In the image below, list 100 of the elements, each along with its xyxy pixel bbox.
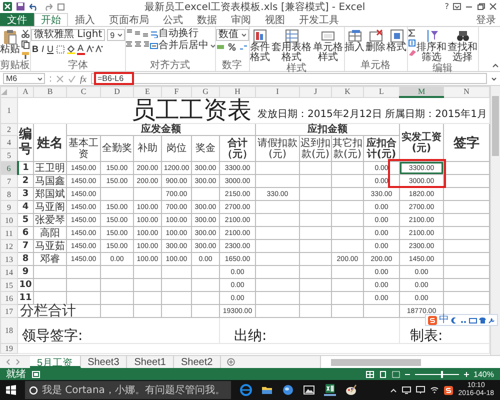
row-header[interactable]: 13 (0, 252, 18, 266)
next-sheet-icon[interactable] (16, 359, 20, 365)
ribbon-tab[interactable]: 数据 (190, 13, 224, 26)
row-header[interactable]: 16 (0, 292, 18, 304)
taskbar-search-field[interactable]: 我是 Cortana，小娜。有问题尽管问我。 (25, 381, 231, 399)
merge-center-button[interactable]: 合并后居中 (150, 41, 215, 51)
page-break-icon[interactable] (392, 370, 400, 378)
wifi-icon[interactable] (430, 386, 440, 394)
font-size-field[interactable]: 9 (107, 29, 125, 41)
redo-icon[interactable] (43, 2, 53, 10)
column-header[interactable]: I (256, 86, 300, 97)
wrap-text-button[interactable]: 自动换行 (150, 29, 215, 39)
row-header[interactable]: 15 (0, 278, 18, 292)
insert-cells-button[interactable]: 插入 (344, 29, 365, 53)
find-select-button[interactable]: 查找和选择 (448, 29, 478, 63)
format-cells-button[interactable]: 格式 (386, 29, 407, 53)
row-header[interactable]: 7 (0, 174, 18, 188)
page-layout-icon[interactable] (378, 370, 387, 378)
ribbon-tab[interactable]: 插入 (68, 13, 102, 26)
row-header[interactable]: 5 (0, 148, 18, 162)
zoom-out-icon[interactable] (404, 372, 410, 376)
row-header[interactable]: 17 (0, 304, 18, 318)
font-name-field[interactable]: 微软雅黑 Light (31, 29, 106, 41)
fill-icon[interactable] (408, 39, 416, 47)
row-header[interactable]: 8 (0, 188, 18, 200)
row-header[interactable]: 14 (0, 266, 18, 278)
column-header[interactable]: J (300, 86, 332, 97)
fill-color-icon[interactable] (66, 44, 76, 54)
sort-filter-button[interactable]: 排序和筛选 (416, 29, 447, 63)
collapse-ribbon-icon[interactable] (492, 63, 499, 68)
ribbon-tab[interactable]: 文件 (0, 13, 34, 26)
column-header[interactable]: E (134, 86, 162, 97)
globe-icon[interactable] (282, 384, 294, 396)
macro-record-icon[interactable] (32, 370, 40, 378)
shrink-font-icon[interactable] (94, 45, 103, 53)
shirt-icon[interactable] (479, 316, 486, 324)
expand-caret-icon[interactable] (491, 76, 497, 80)
row-header[interactable]: 6 (0, 162, 18, 174)
column-header[interactable]: G (192, 86, 220, 97)
folder-icon[interactable] (261, 384, 273, 396)
scrollbar-thumb[interactable] (331, 358, 421, 366)
column-header[interactable]: N (444, 86, 490, 97)
italic-button[interactable]: I (40, 44, 46, 54)
moon-icon[interactable] (451, 316, 458, 324)
column-header[interactable]: F (162, 86, 192, 97)
column-header[interactable]: A (18, 86, 34, 97)
align-horizontal-icon[interactable] (134, 40, 141, 48)
ribbon-options-icon[interactable] (453, 3, 461, 10)
cell-styles-button[interactable]: 单元格样式 (312, 29, 344, 63)
photo-icon[interactable] (303, 384, 315, 396)
delete-cells-button[interactable]: 删除 (366, 29, 386, 53)
decimal-icon[interactable] (238, 43, 248, 51)
zoom-in-icon[interactable] (464, 372, 469, 376)
row-header[interactable]: 12 (0, 240, 18, 252)
wrench-icon[interactable] (488, 316, 495, 324)
ime-logo-icon[interactable] (428, 316, 437, 324)
row-header[interactable]: 10 (0, 214, 18, 226)
row-header[interactable]: 2 (0, 124, 18, 136)
conditional-format-button[interactable]: 条件格式 (250, 29, 271, 63)
previous-sheet-icon[interactable] (6, 359, 10, 365)
column-header[interactable]: B (34, 86, 66, 97)
column-header[interactable]: L (364, 86, 400, 97)
vertical-scrollbar[interactable] (490, 86, 500, 355)
paste-button[interactable]: 粘贴 (0, 29, 20, 55)
horizontal-scrollbar[interactable] (320, 356, 500, 368)
copy-icon[interactable] (21, 40, 30, 49)
align-horizontal-icon[interactable] (126, 40, 133, 48)
cut-icon[interactable] (21, 29, 30, 38)
paint-icon[interactable] (345, 384, 357, 396)
align-horizontal-icon[interactable] (142, 40, 149, 48)
start-icon[interactable] (6, 385, 16, 395)
grow-font-icon[interactable] (86, 45, 94, 53)
autosum-icon[interactable] (408, 29, 416, 37)
normal-view-icon[interactable] (366, 370, 374, 378)
row-header[interactable]: 18 (0, 318, 18, 344)
format-as-table-button[interactable]: 套用表格格式 (272, 29, 312, 63)
ime-tray-icon[interactable] (444, 386, 454, 394)
column-header[interactable]: M (400, 86, 444, 97)
align-vertical-icon[interactable] (134, 29, 141, 37)
borders-icon[interactable] (56, 44, 65, 54)
close-icon[interactable] (489, 3, 497, 10)
ribbon-tab[interactable]: 视图 (258, 13, 292, 26)
browser-e-icon[interactable] (240, 384, 252, 396)
row-header[interactable]: 9 (0, 200, 18, 214)
keyboard-icon[interactable] (469, 316, 477, 324)
network-icon[interactable] (402, 386, 412, 394)
show-hidden-icons-icon[interactable] (390, 388, 398, 392)
add-sheet-icon[interactable] (226, 358, 235, 366)
formula-field[interactable]: =B6-L6 (90, 73, 487, 84)
column-header[interactable]: H (220, 86, 256, 97)
save-icon[interactable] (16, 2, 25, 11)
input-mode-button[interactable]: 中 (439, 315, 449, 325)
undo-icon[interactable] (29, 2, 39, 10)
sign-in-link[interactable]: 登录 (476, 12, 496, 26)
row-header[interactable]: 4 (0, 136, 18, 148)
slider-thumb[interactable] (440, 370, 443, 378)
underline-button[interactable]: U (46, 44, 55, 54)
column-header[interactable]: D (100, 86, 134, 97)
ribbon-tab[interactable]: 公式 (156, 13, 190, 26)
column-header[interactable]: K (332, 86, 364, 97)
